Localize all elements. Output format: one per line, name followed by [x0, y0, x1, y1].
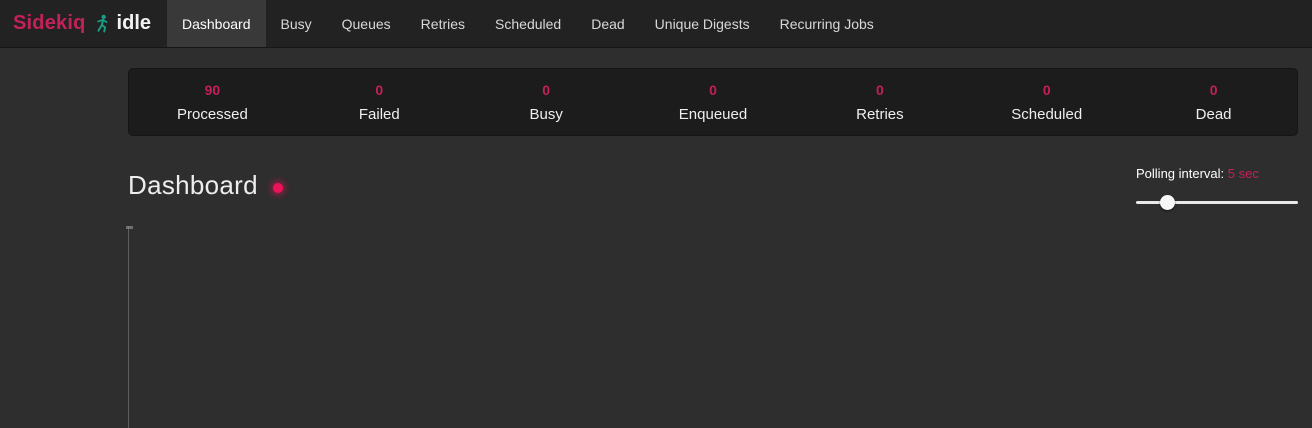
polling-value: 5 sec [1228, 166, 1259, 181]
top-navbar: Sidekiq idle Dashboard Busy Queues Retri… [0, 0, 1312, 48]
polling-control: Polling interval: 5 sec [1136, 166, 1298, 210]
nav-item-dashboard[interactable]: Dashboard [167, 0, 266, 47]
stat-value: 0 [963, 82, 1130, 98]
stat-label: Failed [296, 106, 463, 123]
main-nav: Dashboard Busy Queues Retries Scheduled … [167, 0, 889, 47]
nav-item-queues[interactable]: Queues [327, 0, 406, 47]
stat-busy[interactable]: 0 Busy [463, 76, 630, 129]
stat-value: 0 [296, 82, 463, 98]
stat-label: Dead [1130, 106, 1297, 123]
stat-retries[interactable]: 0 Retries [796, 76, 963, 129]
stat-value: 0 [463, 82, 630, 98]
page-title: Dashboard [128, 170, 258, 201]
stat-dead[interactable]: 0 Dead [1130, 76, 1297, 129]
stat-processed[interactable]: 90 Processed [129, 76, 296, 129]
nav-item-busy[interactable]: Busy [266, 0, 327, 47]
stat-scheduled[interactable]: 0 Scheduled [963, 76, 1130, 129]
stats-summary-bar: 90 Processed 0 Failed 0 Busy 0 Enqueued … [128, 68, 1298, 136]
brand-name: Sidekiq [13, 12, 86, 35]
nav-item-scheduled[interactable]: Scheduled [480, 0, 576, 47]
process-status: idle [117, 12, 151, 35]
live-beacon-icon [273, 183, 283, 193]
chart-y-axis-tick [126, 226, 133, 229]
stat-label: Scheduled [963, 106, 1130, 123]
brand-link[interactable]: Sidekiq idle [0, 0, 159, 47]
stat-value: 90 [129, 82, 296, 98]
title-wrap: Dashboard [128, 170, 283, 201]
dashboard-content: 90 Processed 0 Failed 0 Busy 0 Enqueued … [128, 68, 1298, 428]
slider-thumb-icon[interactable] [1160, 195, 1175, 210]
stat-label: Enqueued [630, 106, 797, 123]
page-header: Dashboard Polling interval: 5 sec [128, 166, 1298, 210]
nav-item-recurring-jobs[interactable]: Recurring Jobs [765, 0, 889, 47]
polling-label: Polling interval: [1136, 166, 1224, 181]
realtime-chart [128, 226, 1298, 428]
stat-failed[interactable]: 0 Failed [296, 76, 463, 129]
stat-value: 0 [1130, 82, 1297, 98]
nav-item-dead[interactable]: Dead [576, 0, 639, 47]
stat-value: 0 [630, 82, 797, 98]
polling-text: Polling interval: 5 sec [1136, 166, 1298, 181]
ninja-icon [93, 13, 112, 35]
stat-value: 0 [796, 82, 963, 98]
polling-slider[interactable] [1136, 195, 1298, 210]
stat-label: Processed [129, 106, 296, 123]
stat-label: Retries [796, 106, 963, 123]
nav-item-retries[interactable]: Retries [406, 0, 480, 47]
stat-label: Busy [463, 106, 630, 123]
stat-enqueued[interactable]: 0 Enqueued [630, 76, 797, 129]
nav-item-unique-digests[interactable]: Unique Digests [640, 0, 765, 47]
